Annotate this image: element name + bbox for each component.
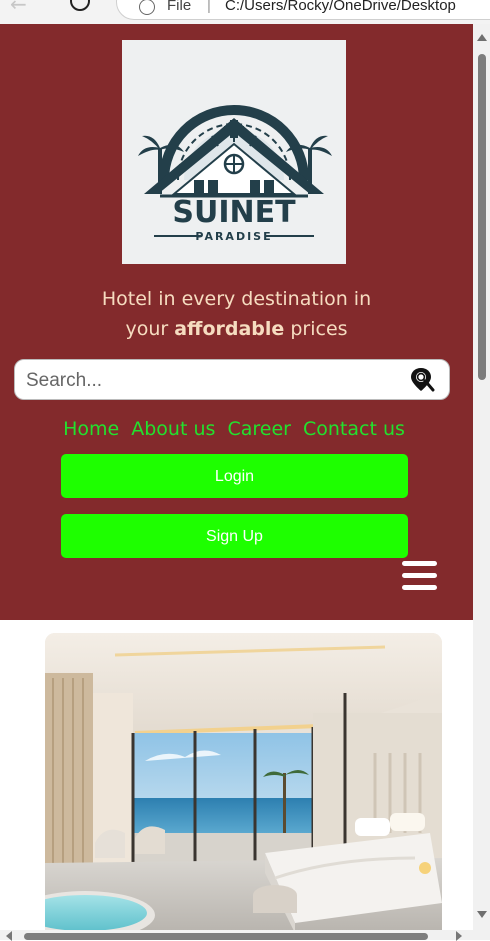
info-icon[interactable] [139,0,155,15]
vertical-scroll-thumb[interactable] [478,54,486,380]
back-arrow-icon[interactable]: ← [10,0,27,16]
nav-home[interactable]: Home [63,418,119,440]
nav-about-us[interactable]: About us [131,418,215,440]
signup-button[interactable]: Sign Up [61,514,408,558]
suinet-paradise-logo: SUINET PARADISE [122,40,346,264]
scroll-down-arrow-icon[interactable] [477,911,487,918]
logo-brand-sub: PARADISE [195,230,272,243]
search-bar [14,359,450,400]
address-bar[interactable]: File | C:/Users/Rocky/OneDrive/Desktop [116,0,490,20]
tagline-line2: your affordable prices [0,314,473,344]
logo-graphic: SUINET PARADISE [122,40,346,264]
nav-career[interactable]: Career [227,418,291,440]
nav-contact-us[interactable]: Contact us [303,418,405,440]
tagline-emphasis: affordable [174,318,285,340]
horizontal-scrollbar[interactable] [0,930,490,941]
scroll-up-arrow-icon[interactable] [477,34,487,41]
address-text[interactable]: C:/Users/Rocky/OneDrive/Desktop [225,0,456,14]
browser-toolbar: ← File | C:/Users/Rocky/OneDrive/Desktop [0,0,490,24]
tagline-before: your [125,318,169,340]
vertical-scrollbar[interactable] [473,24,490,930]
site-header: SUINET PARADISE Hotel in every destinati… [0,24,473,620]
search-location-icon[interactable] [409,366,435,394]
login-button[interactable]: Login [61,454,408,498]
address-scheme-label: File [167,0,192,14]
hero-image [45,633,442,933]
search-input[interactable] [24,366,398,396]
hamburger-menu-icon[interactable] [402,561,437,593]
tagline-line1: Hotel in every destination in [101,288,372,310]
logo-brand-name: SUINET [172,195,296,230]
address-separator: | [207,0,211,14]
tagline: Hotel in every destination in your affor… [0,284,473,344]
hotel-bedroom-illustration [45,633,442,933]
reload-icon[interactable] [70,0,90,11]
tagline-after: prices [290,318,348,340]
horizontal-scroll-thumb[interactable] [24,933,428,940]
main-nav: Home About us Career Contact us [0,418,468,440]
